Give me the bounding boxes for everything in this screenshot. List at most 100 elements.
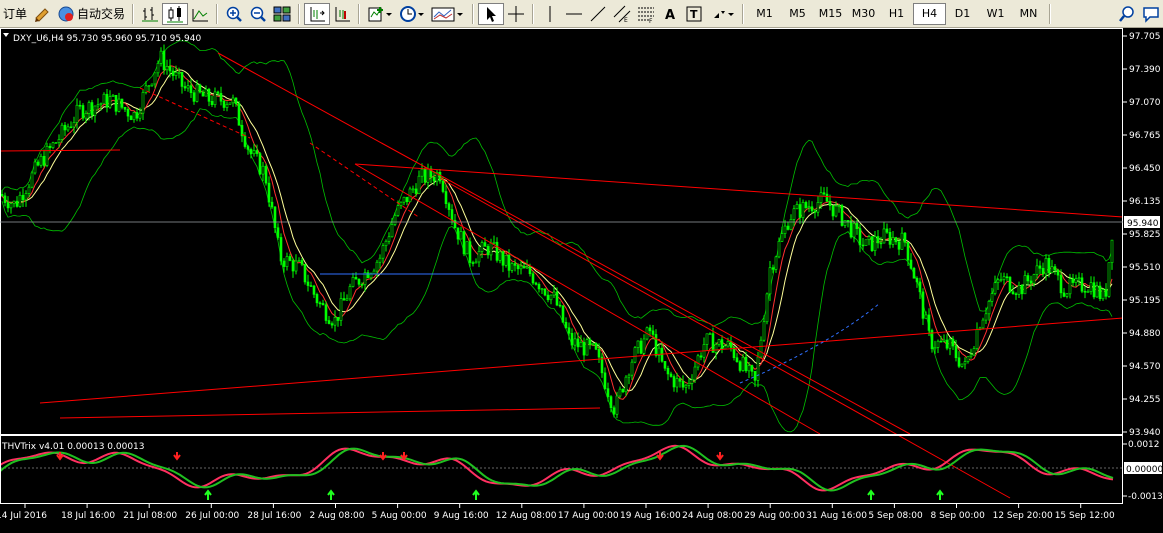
zoom-out-button[interactable]: [246, 3, 270, 25]
candle-body: [693, 366, 697, 381]
timeframe-m5-button[interactable]: M5: [781, 3, 814, 25]
timeframe-d1-button[interactable]: D1: [946, 3, 979, 25]
candle-body: [1008, 276, 1012, 293]
line-chart-button[interactable]: [188, 3, 212, 25]
chart-window[interactable]: 97.705 97.390 97.070 96.765 96.450 96.135 95.8…: [0, 28, 1163, 529]
candle-body: [582, 341, 586, 356]
candle-body: [243, 135, 247, 147]
candle-body: [192, 92, 196, 102]
timeframe-h1-button[interactable]: H1: [880, 3, 913, 25]
candle-body: [492, 241, 496, 244]
candle-body: [1041, 268, 1045, 275]
candle-body: [282, 260, 286, 267]
bar-chart-button[interactable]: [138, 3, 162, 25]
horizontal-line-button[interactable]: [562, 3, 586, 25]
candle-body: [378, 257, 382, 263]
autotrade-button[interactable]: 自动交易: [54, 3, 128, 25]
candle-body: [882, 228, 886, 244]
candle-body: [279, 237, 283, 262]
search-button[interactable]: [1115, 3, 1139, 25]
candle-body: [261, 165, 265, 175]
candle-body: [171, 70, 175, 76]
timeframe-bar: M1 M5 M15 M30 H1 H4 D1 W1 MN: [748, 2, 1045, 25]
trendline-button[interactable]: [586, 3, 610, 25]
candle-body: [777, 240, 781, 258]
vertical-line-button[interactable]: [538, 3, 562, 25]
candle-body: [999, 279, 1003, 281]
candle-body: [1047, 258, 1051, 274]
candle-body: [204, 88, 208, 97]
text-button[interactable]: A: [658, 3, 682, 25]
timeframe-m15-button[interactable]: M15: [814, 3, 847, 25]
candle-body: [1062, 292, 1066, 297]
text-label-button[interactable]: T: [682, 3, 706, 25]
price-label: 93.940: [1129, 428, 1161, 438]
candle-body: [9, 203, 13, 209]
fibonacci-icon: F: [638, 7, 655, 23]
candle-body: [759, 339, 763, 358]
candle-body: [441, 180, 445, 192]
auto-scroll-button[interactable]: [330, 3, 354, 25]
new-order-button[interactable]: 订单: [0, 3, 30, 25]
crosshair-button[interactable]: [504, 3, 528, 25]
templates-button[interactable]: [428, 3, 468, 25]
candle-body: [594, 342, 598, 350]
indicators-icon: [368, 6, 393, 21]
candle-body: [735, 357, 739, 363]
candle-body: [948, 338, 952, 349]
candle-body: [975, 329, 979, 349]
equidistant-channel-button[interactable]: E: [610, 3, 634, 25]
periodicity-button[interactable]: [396, 3, 428, 25]
candle-body: [933, 347, 937, 350]
timeframe-h4-button[interactable]: H4: [913, 2, 947, 25]
candle-body: [621, 388, 625, 393]
candle-body: [981, 319, 985, 329]
arrows-button[interactable]: [706, 3, 738, 25]
chart-shift-icon: [310, 6, 326, 21]
tile-windows-button[interactable]: [270, 3, 294, 25]
time-label: 28 Jul 16:00: [247, 511, 301, 521]
candle-body: [927, 314, 931, 331]
chart-canvas[interactable]: 97.705 97.390 97.070 96.765 96.450 96.135 95.8…: [0, 28, 1163, 529]
candle-body: [840, 205, 844, 226]
candle-body: [195, 84, 199, 102]
candle-body: [603, 372, 607, 389]
candle-body: [900, 232, 904, 250]
candle-body: [72, 122, 76, 128]
chat-button[interactable]: [1139, 3, 1163, 25]
indicator-zero-label: 0.00000: [1126, 465, 1163, 475]
candle-body: [402, 196, 406, 203]
candle-body: [816, 202, 820, 213]
metaeditor-button[interactable]: [30, 3, 54, 25]
timeframe-m30-button[interactable]: M30: [847, 3, 880, 25]
candlestick-button[interactable]: [162, 2, 189, 25]
timeframe-m1-button[interactable]: M1: [748, 3, 781, 25]
candle-body: [159, 50, 163, 64]
time-label: 14 Jul 2016: [0, 511, 47, 521]
horizontal-line-icon: [566, 13, 583, 14]
chart-shift-button[interactable]: [304, 2, 331, 25]
candle-body: [1035, 265, 1039, 275]
vertical-line-icon: [549, 5, 551, 22]
auto-scroll-icon: [335, 6, 351, 21]
timeframe-w1-button[interactable]: W1: [979, 3, 1012, 25]
fibonacci-button[interactable]: F: [634, 3, 658, 25]
candle-body: [216, 91, 220, 94]
indicators-button[interactable]: [364, 3, 396, 25]
candle-body: [153, 72, 157, 85]
candle-body: [504, 254, 508, 266]
cursor-button[interactable]: [478, 2, 505, 25]
arrows-icon: [712, 9, 735, 18]
time-label: 19 Aug 16:00: [620, 511, 681, 521]
chat-icon: [1143, 6, 1159, 23]
candle-body: [906, 241, 910, 261]
zoom-in-button[interactable]: [222, 3, 246, 25]
candle-body: [231, 97, 235, 104]
candle-body: [48, 145, 52, 148]
candle-body: [54, 142, 58, 144]
candle-body: [1083, 290, 1087, 293]
timeframe-mn-button[interactable]: MN: [1012, 3, 1045, 25]
candle-body: [465, 241, 469, 255]
candle-body: [774, 256, 778, 270]
candle-body: [993, 282, 997, 294]
